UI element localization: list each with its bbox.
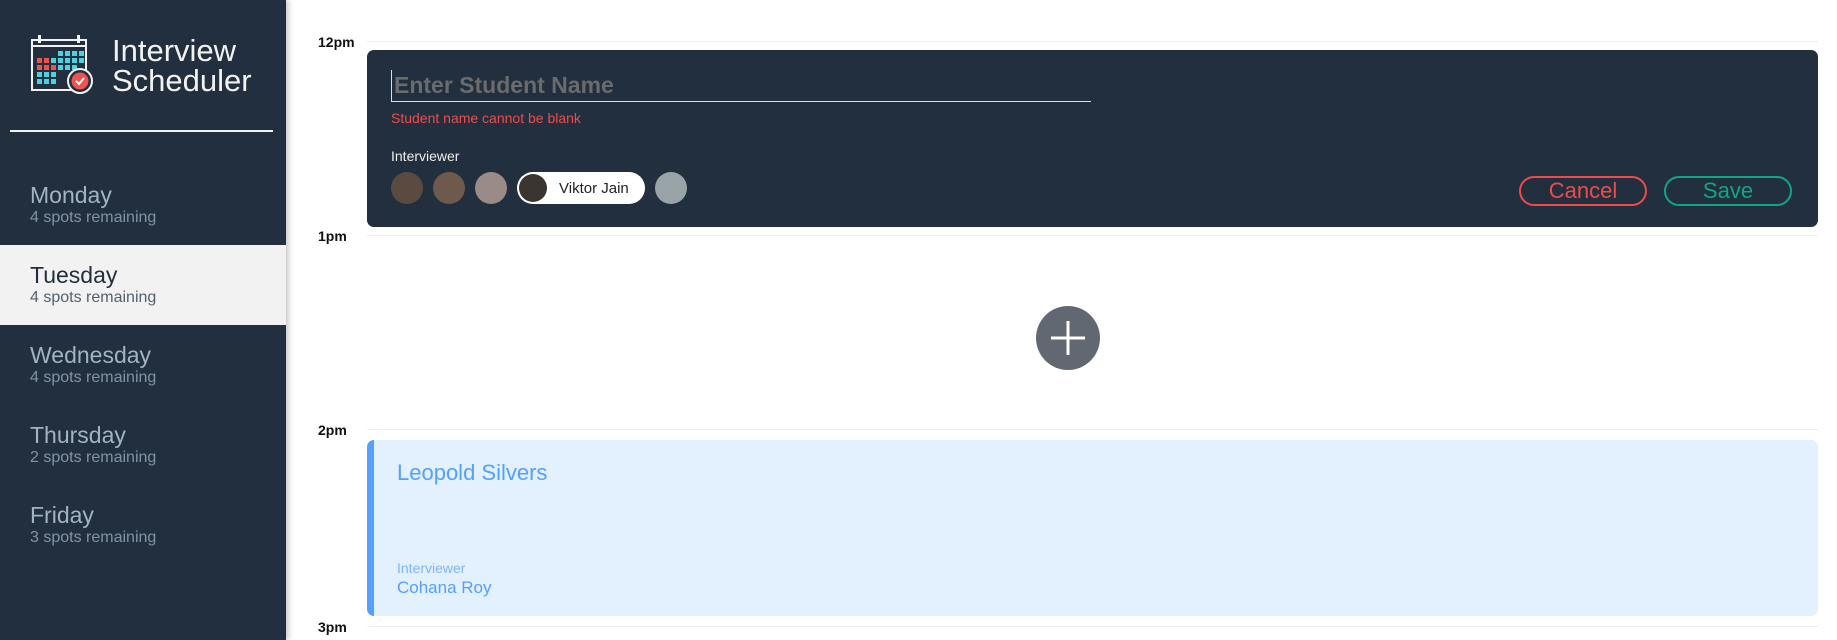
interviewer-avatar[interactable] <box>654 172 687 204</box>
time-label-1pm: 1pm <box>318 228 347 244</box>
appointment-form: Student name cannot be blank Interviewer… <box>367 50 1818 227</box>
day-name: Thursday <box>30 422 126 448</box>
add-appointment-button[interactable] <box>1036 306 1100 370</box>
sidebar: Interview Scheduler Monday 4 spots remain… <box>0 0 286 640</box>
day-item-wednesday[interactable]: Wednesday 4 spots remaining <box>0 325 286 405</box>
calendar-logo-icon <box>31 35 93 94</box>
day-name: Monday <box>30 182 112 208</box>
hour-divider <box>367 626 1818 627</box>
app-title: Interview Scheduler <box>112 33 252 98</box>
interviewer-label: Interviewer <box>391 148 460 164</box>
cancel-button[interactable]: Cancel <box>1519 176 1647 206</box>
interviewer-selected[interactable]: Viktor Jain <box>517 172 645 204</box>
appointment-card[interactable]: Leopold Silvers Interviewer Cohana Roy <box>367 440 1818 616</box>
day-spots: 2 spots remaining <box>30 449 157 466</box>
hour-divider <box>367 429 1818 430</box>
day-spots: 3 spots remaining <box>30 529 157 546</box>
day-item-thursday[interactable]: Thursday 2 spots remaining <box>0 405 286 485</box>
interviewer-avatar[interactable] <box>391 172 423 204</box>
student-name-input[interactable] <box>391 70 1091 102</box>
logo: Interview Scheduler <box>30 34 252 98</box>
interviewer-avatar[interactable] <box>475 172 507 204</box>
day-item-friday[interactable]: Friday 3 spots remaining <box>0 485 286 565</box>
day-name: Friday <box>30 502 94 528</box>
interviewer-list: Viktor Jain <box>391 172 697 204</box>
hour-divider <box>367 41 1818 42</box>
hour-divider <box>367 235 1818 236</box>
day-spots: 4 spots remaining <box>30 369 157 386</box>
time-label-3pm: 3pm <box>318 619 347 635</box>
sidebar-divider <box>10 130 273 132</box>
time-label-12pm: 12pm <box>318 34 355 50</box>
day-spots: 4 spots remaining <box>30 209 157 226</box>
day-item-monday[interactable]: Monday 4 spots remaining <box>0 165 286 245</box>
app-title-line1: Interview <box>112 33 237 68</box>
day-spots: 4 spots remaining <box>30 289 157 306</box>
save-button[interactable]: Save <box>1664 176 1792 206</box>
interviewer-avatar[interactable] <box>433 172 465 204</box>
interviewer-name: Cohana Roy <box>397 578 492 597</box>
interviewer-label: Interviewer <box>397 560 466 576</box>
day-name: Wednesday <box>30 342 152 368</box>
time-label-2pm: 2pm <box>318 422 347 438</box>
interviewer-avatar <box>519 174 547 202</box>
day-name: Tuesday <box>30 262 118 288</box>
student-name: Leopold Silvers <box>397 460 548 485</box>
app-title-line2: Scheduler <box>112 63 252 98</box>
day-item-tuesday[interactable]: Tuesday 4 spots remaining <box>0 245 286 325</box>
interviewer-name: Viktor Jain <box>559 179 629 197</box>
validation-error: Student name cannot be blank <box>391 110 581 126</box>
